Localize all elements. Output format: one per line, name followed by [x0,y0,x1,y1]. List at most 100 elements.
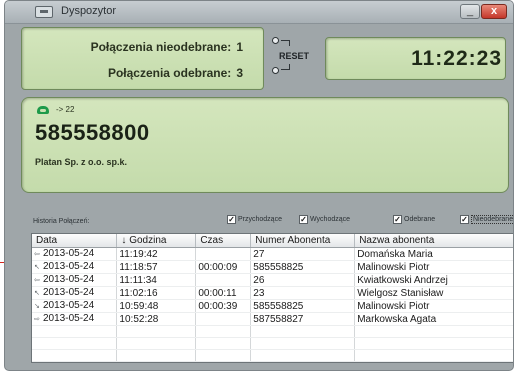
missed-checkbox[interactable]: ✓ [460,215,469,224]
cell-date: ⇦ 2013-05-24 [32,273,118,287]
cell-time [116,349,197,362]
cell-time: 11:18:57 [116,260,197,274]
incoming-missed-icon: ⇦ [34,277,40,284]
answered-calls-counter: Połączenia odebrane: 3 [108,66,243,80]
bracket-top [281,40,290,46]
cell-number [250,349,356,362]
column-header-number[interactable]: Numer Abonenta [250,234,356,248]
table-row-empty [32,325,513,338]
cell-duration [195,247,252,261]
cell-duration [195,312,252,326]
cell-number: 27 [250,247,356,261]
app-icon [35,6,53,18]
clock-time: 11:22:23 [411,47,502,70]
title-bar[interactable]: Dyspozytor _ x [5,1,513,24]
cell-number: 585558825 [250,260,356,274]
date-text: 2013-05-24 [43,274,95,285]
cell-date: ↘ 2013-05-24 [32,299,118,313]
minimize-button[interactable]: _ [460,4,480,19]
call-direction: -> 22 [56,105,75,114]
cell-name: Domańska Maria [354,247,513,261]
answered-checkbox[interactable]: ✓ [393,215,402,224]
outgoing-checkbox[interactable]: ✓ [299,215,308,224]
cell-number [250,325,356,338]
filter-outgoing[interactable]: ✓ Wychodzące [299,215,350,224]
cell-date: ↖ 2013-05-24 [32,260,118,274]
cell-time [116,325,197,338]
cell-date: ⇨ 2013-05-24 [32,312,118,326]
window-title: Dyspozytor [61,5,117,17]
date-text: 2013-05-24 [43,313,95,324]
filter-incoming[interactable]: ✓ Przychodzące [227,215,282,224]
table-row[interactable]: ↘ 2013-05-24 10:59:48 00:00:39 585558825 … [32,299,513,313]
table-row[interactable]: ↖ 2013-05-24 11:02:16 00:00:11 23 Wielgos… [32,286,513,300]
cell-number: 585558825 [250,299,356,313]
clock-panel: 11:22:23 [325,37,506,80]
answered-calls-value: 3 [236,66,243,80]
column-header-duration[interactable]: Czas [195,234,252,248]
cell-time: 11:19:42 [116,247,197,261]
cell-number: 587558827 [250,312,356,326]
missed-label: Nieodebrane [471,215,514,224]
cell-date: ↖ 2013-05-24 [32,286,118,300]
missed-calls-value: 1 [236,40,243,54]
outgoing-label: Wychodzące [310,216,351,223]
column-header-date[interactable]: Data [32,234,118,248]
cell-name: Malinowski Piotr [354,260,513,274]
cell-time: 10:52:28 [116,312,197,326]
column-header-name[interactable]: Nazwa abonenta [354,234,513,248]
table-row[interactable]: ⇨ 2013-05-24 10:52:28 587558827 Markowska… [32,312,513,326]
table-header-row: Data ↓ Godzina Czas Numer Abonenta Nazwa… [32,234,513,248]
incoming-label: Przychodzące [238,216,282,223]
filter-answered[interactable]: ✓ Odebrane [393,215,435,224]
date-text: 2013-05-24 [43,248,95,259]
cell-duration: 00:00:09 [195,260,252,274]
bracket-bottom [281,64,290,70]
date-text: 2013-05-24 [43,261,95,272]
table-row-empty [32,337,513,350]
history-table: Data ↓ Godzina Czas Numer Abonenta Nazwa… [32,234,513,362]
reset-label: RESET [279,51,310,61]
incoming-missed-icon: ⇦ [34,251,40,258]
dispatcher-window: Dyspozytor _ x Połączenia nieodebrane: 1 … [4,0,514,371]
cell-date [32,325,118,338]
cell-name: Markowska Agata [354,312,513,326]
table-row[interactable]: ⇦ 2013-05-24 11:11:34 26 Kwiatkowski Andr… [32,273,513,287]
table-row[interactable]: ⇦ 2013-05-24 11:19:42 27 Domańska Maria [32,247,513,261]
cell-duration [195,349,252,362]
caller-company: Platan Sp. z o.o. sp.k. [35,157,128,167]
cell-duration [195,273,252,287]
cell-date: ⇦ 2013-05-24 [32,247,118,261]
answered-label: Odebrane [404,216,436,223]
incoming-checkbox[interactable]: ✓ [227,215,236,224]
table-row-empty [32,349,513,362]
cell-duration: 00:00:11 [195,286,252,300]
reset-radio-bottom[interactable] [272,67,279,74]
outgoing-missed-icon: ⇨ [34,316,40,323]
cell-time: 11:02:16 [116,286,197,300]
cell-duration [195,325,252,338]
cell-name [354,337,513,350]
close-button[interactable]: x [481,4,507,19]
cell-time [116,337,197,350]
column-header-time[interactable]: ↓ Godzina [116,234,197,248]
cell-number: 26 [250,273,356,287]
cell-time: 11:11:34 [116,273,197,287]
cell-number [250,337,356,350]
incoming-answered-icon: ↖ [34,264,40,271]
reset-switch[interactable]: RESET [272,37,318,83]
cell-name [354,349,513,362]
cell-date [32,337,118,350]
missed-calls-counter: Połączenia nieodebrane: 1 [91,40,243,54]
current-call-panel: -> 22 585558800 Platan Sp. z o.o. sp.k. [21,97,509,193]
call-history-table: Data ↓ Godzina Czas Numer Abonenta Nazwa… [31,233,513,363]
caller-number: 585558800 [35,120,150,145]
cell-name: Wielgosz Stanisław [354,286,513,300]
cell-duration: 00:00:39 [195,299,252,313]
date-text: 2013-05-24 [43,287,95,298]
cell-name [354,325,513,338]
reset-radio-top[interactable] [272,37,279,44]
cell-name: Kwiatkowski Andrzej [354,273,513,287]
filter-missed[interactable]: ✓ Nieodebrane [460,215,514,224]
table-row[interactable]: ↖ 2013-05-24 11:18:57 00:00:09 585558825 … [32,260,513,274]
